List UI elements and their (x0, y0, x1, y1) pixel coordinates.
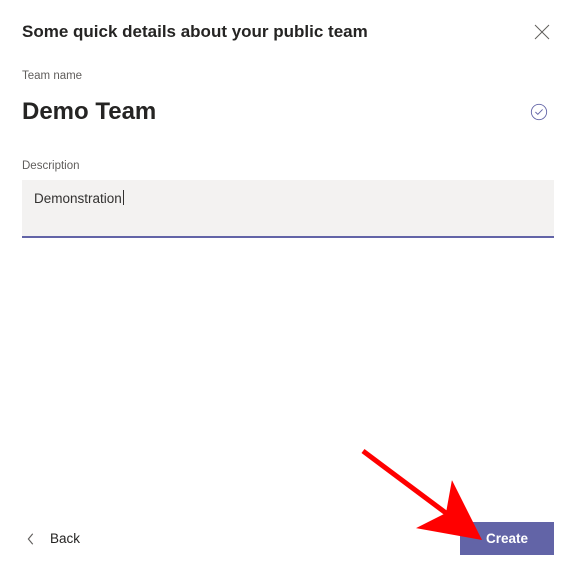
back-button-label: Back (50, 531, 80, 546)
description-value: Demonstration (34, 191, 122, 206)
dialog-title: Some quick details about your public tea… (22, 22, 368, 42)
description-label: Description (22, 160, 554, 172)
team-name-field[interactable]: Demo Team (22, 98, 530, 126)
chevron-left-icon (26, 532, 36, 546)
text-caret (123, 190, 124, 205)
team-name-row: Demo Team (22, 98, 554, 126)
back-button[interactable]: Back (22, 525, 84, 552)
dialog-header: Some quick details about your public tea… (22, 22, 554, 42)
checkmark-circle-icon (530, 103, 548, 121)
create-button[interactable]: Create (460, 522, 554, 555)
create-team-dialog: Some quick details about your public tea… (0, 0, 576, 579)
dialog-footer: Back Create (22, 522, 554, 557)
description-field[interactable]: Demonstration (22, 180, 554, 238)
close-icon[interactable] (534, 24, 550, 40)
team-name-label: Team name (22, 70, 554, 82)
